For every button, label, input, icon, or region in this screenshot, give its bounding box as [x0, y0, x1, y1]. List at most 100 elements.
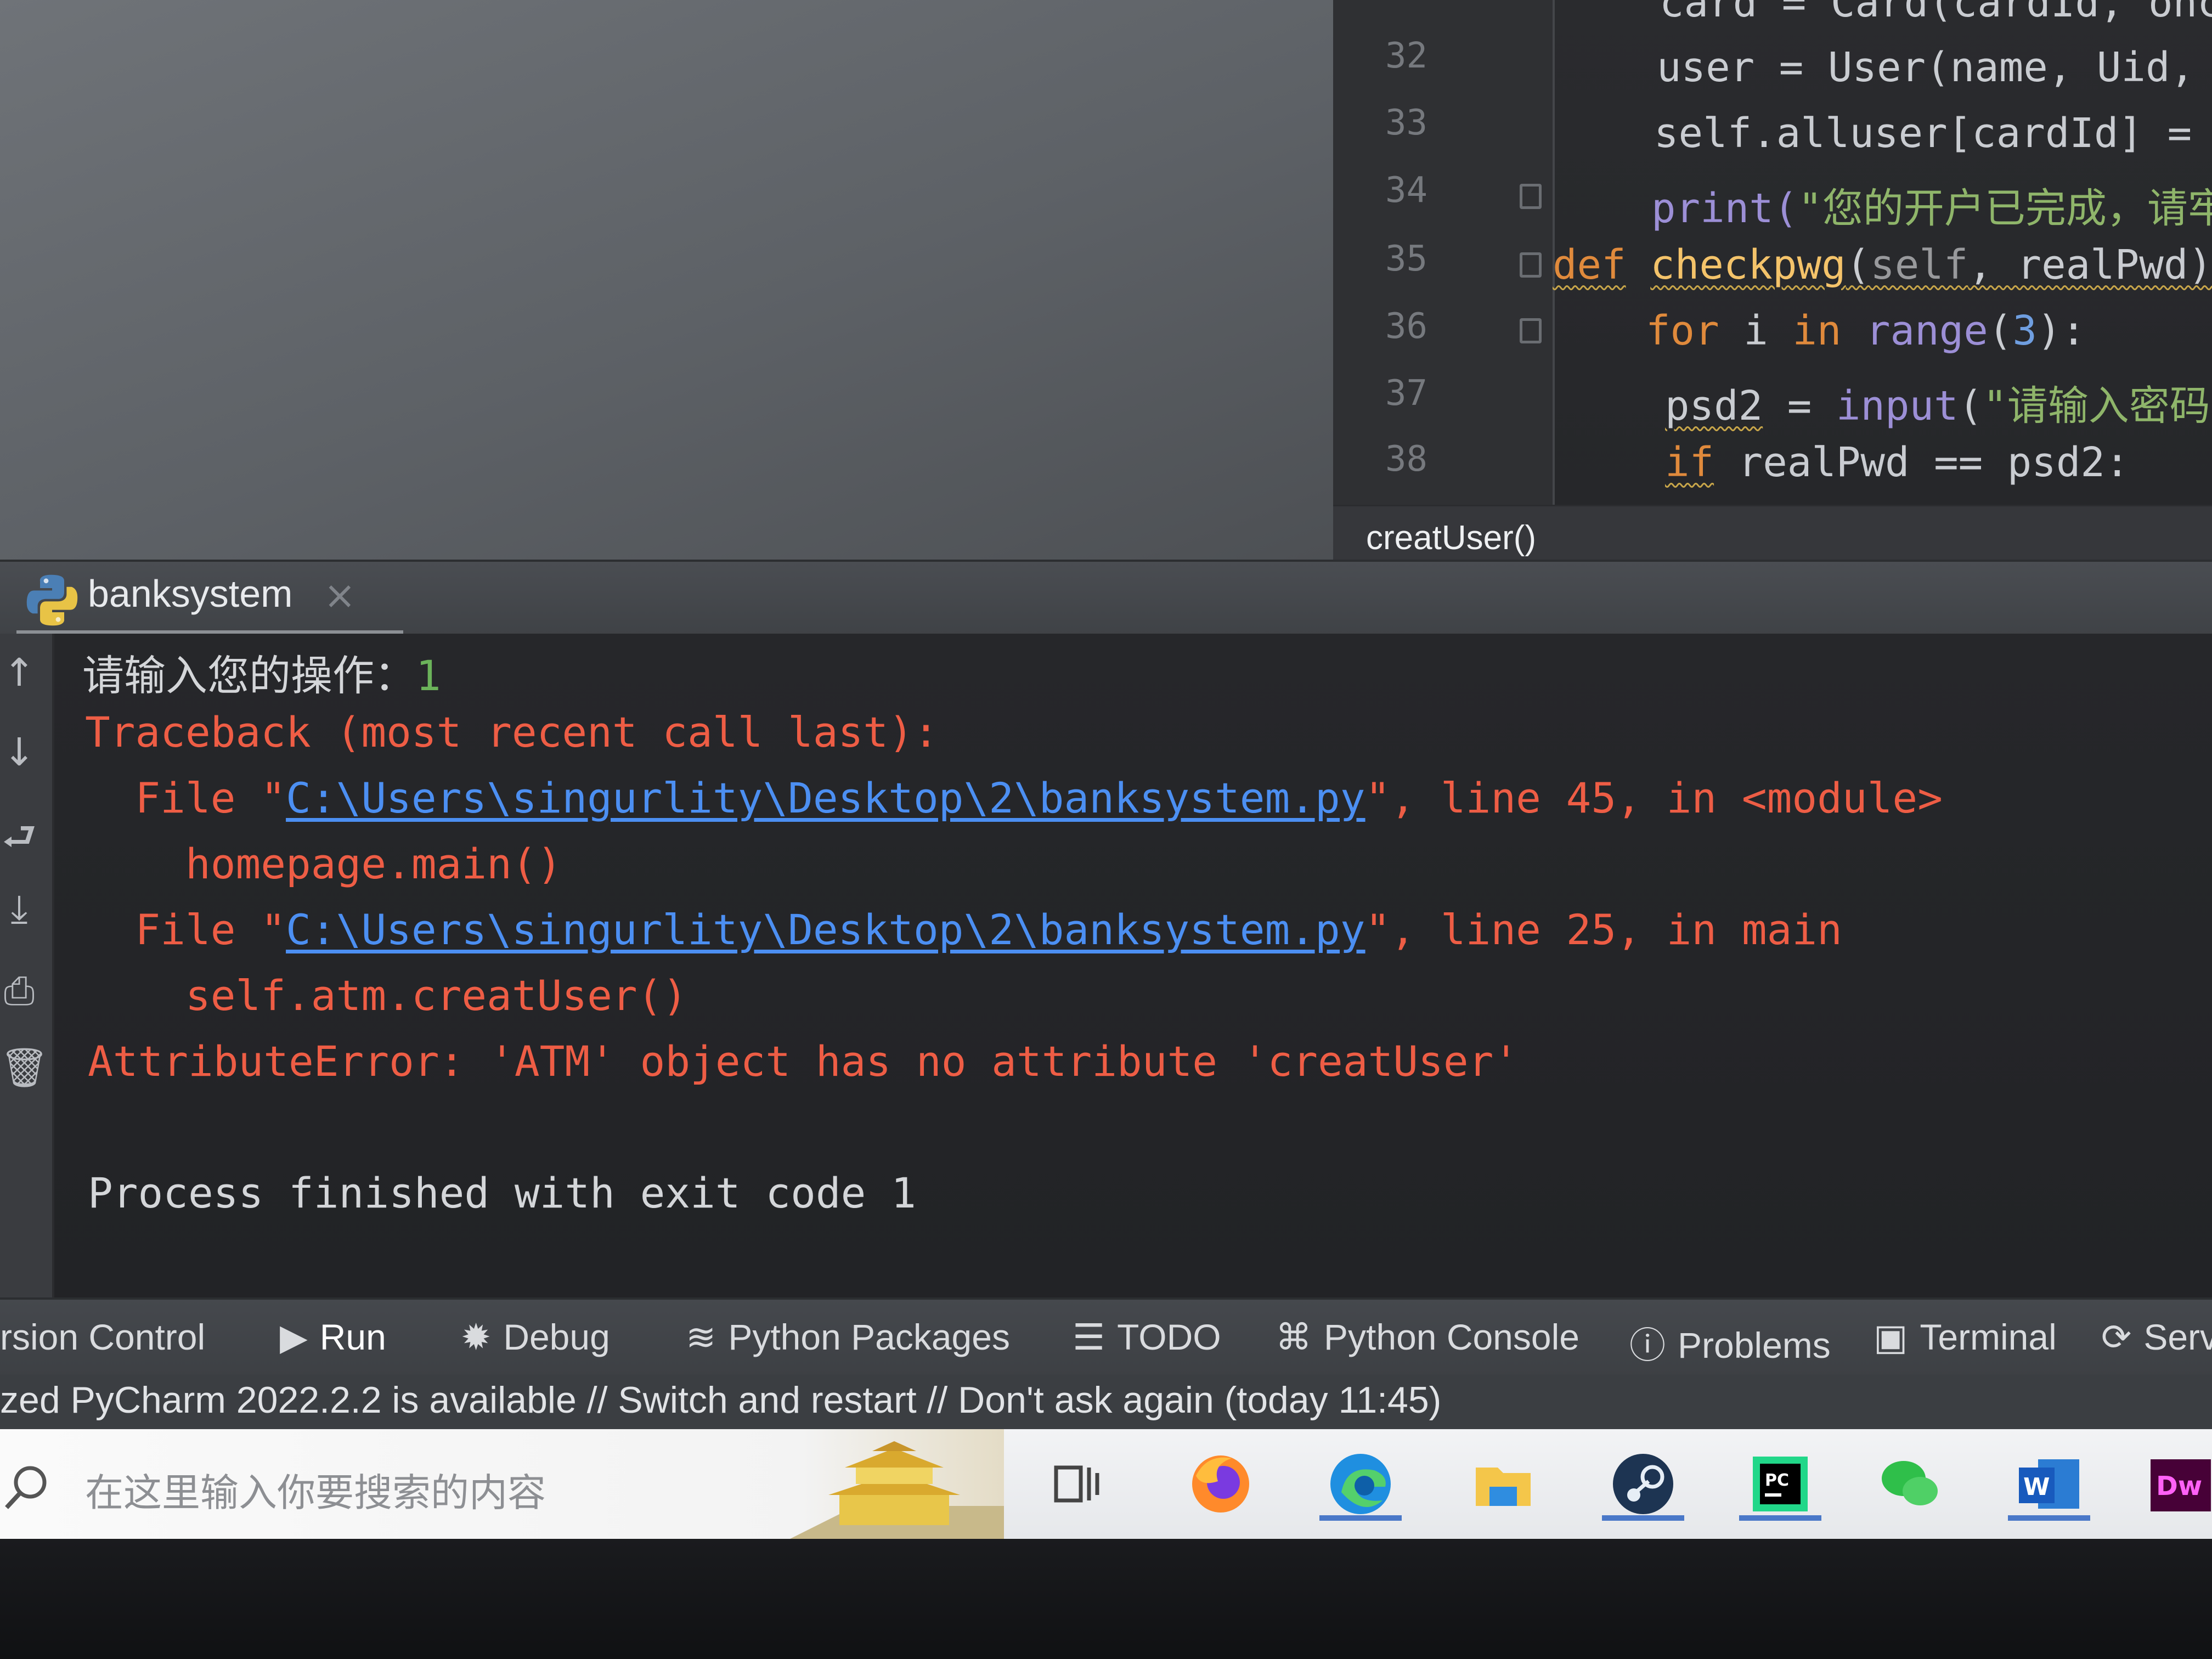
frame-suffix: ", line 25, in main	[1365, 905, 1842, 954]
code-token: print(	[1651, 185, 1798, 232]
tab-terminal[interactable]: ▣ Terminal	[1874, 1316, 2057, 1365]
tool-window-bar: rsion Control ▶ Run ✹ Debug ≋ Python Packag…	[0, 1297, 2212, 1376]
scroll-to-end-icon[interactable]: ⤓	[0, 886, 38, 932]
firefox-icon[interactable]	[1180, 1443, 1262, 1525]
line-number: 35	[1385, 239, 1428, 279]
frame-suffix: ", line 45, in <module>	[1365, 774, 1943, 822]
tab-label: TODO	[1117, 1317, 1221, 1357]
task-view-icon[interactable]	[1037, 1443, 1119, 1525]
console-user-input: 1	[416, 651, 441, 700]
frame-prefix: File "	[85, 774, 286, 822]
code-token: (	[1988, 307, 2013, 354]
tab-python-console[interactable]: ⌘ Python Console	[1276, 1316, 1579, 1365]
search-placeholder: 在这里输入你要搜索的内容	[85, 1470, 546, 1515]
code-token: (	[1958, 382, 1983, 430]
tab-label: Python Packages	[728, 1317, 1010, 1357]
monitor-bezel	[0, 1539, 2212, 1659]
os-taskbar: 在这里输入你要搜索的内容 PC W Dw	[0, 1429, 2212, 1539]
active-app-indicator	[2008, 1515, 2090, 1521]
dreamweaver-icon[interactable]: Dw	[2140, 1443, 2212, 1525]
soft-wrap-icon[interactable]: ⮐	[0, 809, 38, 874]
code-string: "请输入密码:	[1983, 382, 2212, 430]
line-number: 32	[1385, 36, 1428, 76]
code-editor[interactable]: 32 33 34 35 36 37 38 card = Card(cardId,…	[1333, 0, 2212, 505]
tab-python-packages[interactable]: ≋ Python Packages	[686, 1316, 1010, 1365]
arrow-down-icon[interactable]: ↓	[0, 730, 38, 775]
code-keyword: def	[1553, 241, 1626, 289]
line-number-gutter: 32 33 34 35 36 37 38	[1333, 0, 1555, 505]
terminal-icon: ▣	[1874, 1317, 1908, 1357]
fold-marker-icon[interactable]	[1520, 252, 1542, 278]
code-token: =	[1763, 382, 1836, 430]
python-icon	[26, 574, 78, 626]
close-icon[interactable]: ×	[324, 573, 356, 618]
pycharm-icon[interactable]: PC	[1739, 1443, 1821, 1525]
temple-illustration-icon	[790, 1441, 1004, 1539]
fold-marker-icon[interactable]	[1520, 184, 1542, 209]
traceback-frame: File "C:\Users\singurlity\Desktop\2\bank…	[85, 905, 1842, 954]
code-variable: psd2	[1665, 382, 1763, 430]
code-number: 3	[2012, 307, 2037, 354]
svg-text:W: W	[2023, 1473, 2050, 1501]
tab-problems[interactable]: ⓘ Problems	[1629, 1316, 1831, 1365]
trash-icon[interactable]: 🗑	[0, 1045, 49, 1091]
tab-banksystem[interactable]: banksystem ×	[16, 562, 403, 636]
console-side-toolbar: ↑ ↓ ⮐ ⤓ ⎙ 🗑	[0, 634, 54, 1297]
console-prompt: 请输入您的操作：	[82, 651, 416, 700]
tab-label: Problems	[1678, 1325, 1831, 1365]
code-line: print("您的开户已完成，请牢记	[1651, 176, 2212, 234]
tab-label: rsion Control	[0, 1317, 206, 1357]
tab-label: Serv	[2143, 1317, 2212, 1357]
file-path-link[interactable]: C:\Users\singurlity\Desktop\2\banksystem…	[286, 774, 1365, 822]
print-icon[interactable]: ⎙	[0, 968, 38, 1014]
code-line: if realPwd == psd2:	[1665, 439, 2130, 486]
code-token: realPwd == psd2:	[1714, 439, 2130, 486]
search-icon	[5, 1466, 47, 1509]
taskbar-search-box[interactable]: 在这里输入你要搜索的内容	[0, 1429, 1004, 1539]
tab-services[interactable]: ⟳ Serv	[2101, 1316, 2212, 1365]
breadcrumb[interactable]: creatUser()	[1333, 505, 2212, 561]
empty-editor-area	[0, 0, 1333, 560]
tab-version-control[interactable]: rsion Control	[0, 1316, 205, 1365]
active-app-indicator	[1319, 1515, 1402, 1521]
traceback-code: homepage.main()	[85, 839, 562, 888]
fold-marker-icon[interactable]	[1520, 318, 1542, 343]
code-line: psd2 = input("请输入密码:	[1665, 373, 2212, 432]
bug-icon: ✹	[461, 1317, 492, 1357]
file-path-link[interactable]: C:\Users\singurlity\Desktop\2\banksystem…	[286, 905, 1365, 954]
code-self: self	[1870, 241, 1968, 289]
services-icon: ⟳	[2101, 1317, 2132, 1357]
code-builtin: input	[1836, 382, 1959, 430]
edge-icon[interactable]	[1319, 1443, 1402, 1525]
traceback-frame: File "C:\Users\singurlity\Desktop\2\bank…	[85, 774, 1943, 822]
frame-prefix: File "	[85, 905, 286, 954]
file-explorer-icon[interactable]	[1462, 1443, 1544, 1525]
tab-label: Debug	[503, 1317, 610, 1357]
code-token: (self, realPwd):	[1846, 241, 2212, 289]
run-tab-label: banksystem	[88, 572, 293, 615]
code-token: i	[1719, 307, 1793, 354]
line-number: 38	[1385, 439, 1428, 479]
wechat-icon[interactable]	[1868, 1443, 1950, 1525]
info-icon: ⓘ	[1629, 1325, 1666, 1365]
line-number: 37	[1385, 373, 1428, 414]
code-token: , realPwd):	[1968, 241, 2212, 289]
code-keyword: for	[1646, 307, 1719, 354]
tab-label: Python Console	[1324, 1317, 1579, 1357]
steam-icon[interactable]	[1602, 1443, 1684, 1525]
tab-debug[interactable]: ✹ Debug	[461, 1316, 610, 1365]
breadcrumb-function[interactable]: creatUser()	[1366, 518, 1536, 557]
code-line: for i in range(3):	[1646, 307, 2086, 354]
code-line: card = Card(cardId, once	[1660, 0, 2212, 26]
word-icon[interactable]: W	[2008, 1443, 2090, 1525]
run-console[interactable]: ↑ ↓ ⮐ ⤓ ⎙ 🗑 请输入您的操作：1 Traceback (most re…	[0, 634, 2212, 1297]
run-tool-window-header: banksystem ×	[0, 560, 2212, 636]
update-notification[interactable]: zed PyCharm 2022.2.2 is available // Swi…	[0, 1379, 1441, 1421]
tab-run[interactable]: ▶ Run	[280, 1316, 386, 1365]
line-number: 34	[1385, 170, 1428, 211]
tab-todo[interactable]: ☰ TODO	[1073, 1316, 1221, 1365]
tab-label: Terminal	[1920, 1317, 2057, 1357]
console-prompt-line: 请输入您的操作：1	[82, 642, 441, 702]
process-exit-message: Process finished with exit code 1	[88, 1169, 916, 1217]
arrow-up-icon[interactable]: ↑	[0, 650, 38, 695]
